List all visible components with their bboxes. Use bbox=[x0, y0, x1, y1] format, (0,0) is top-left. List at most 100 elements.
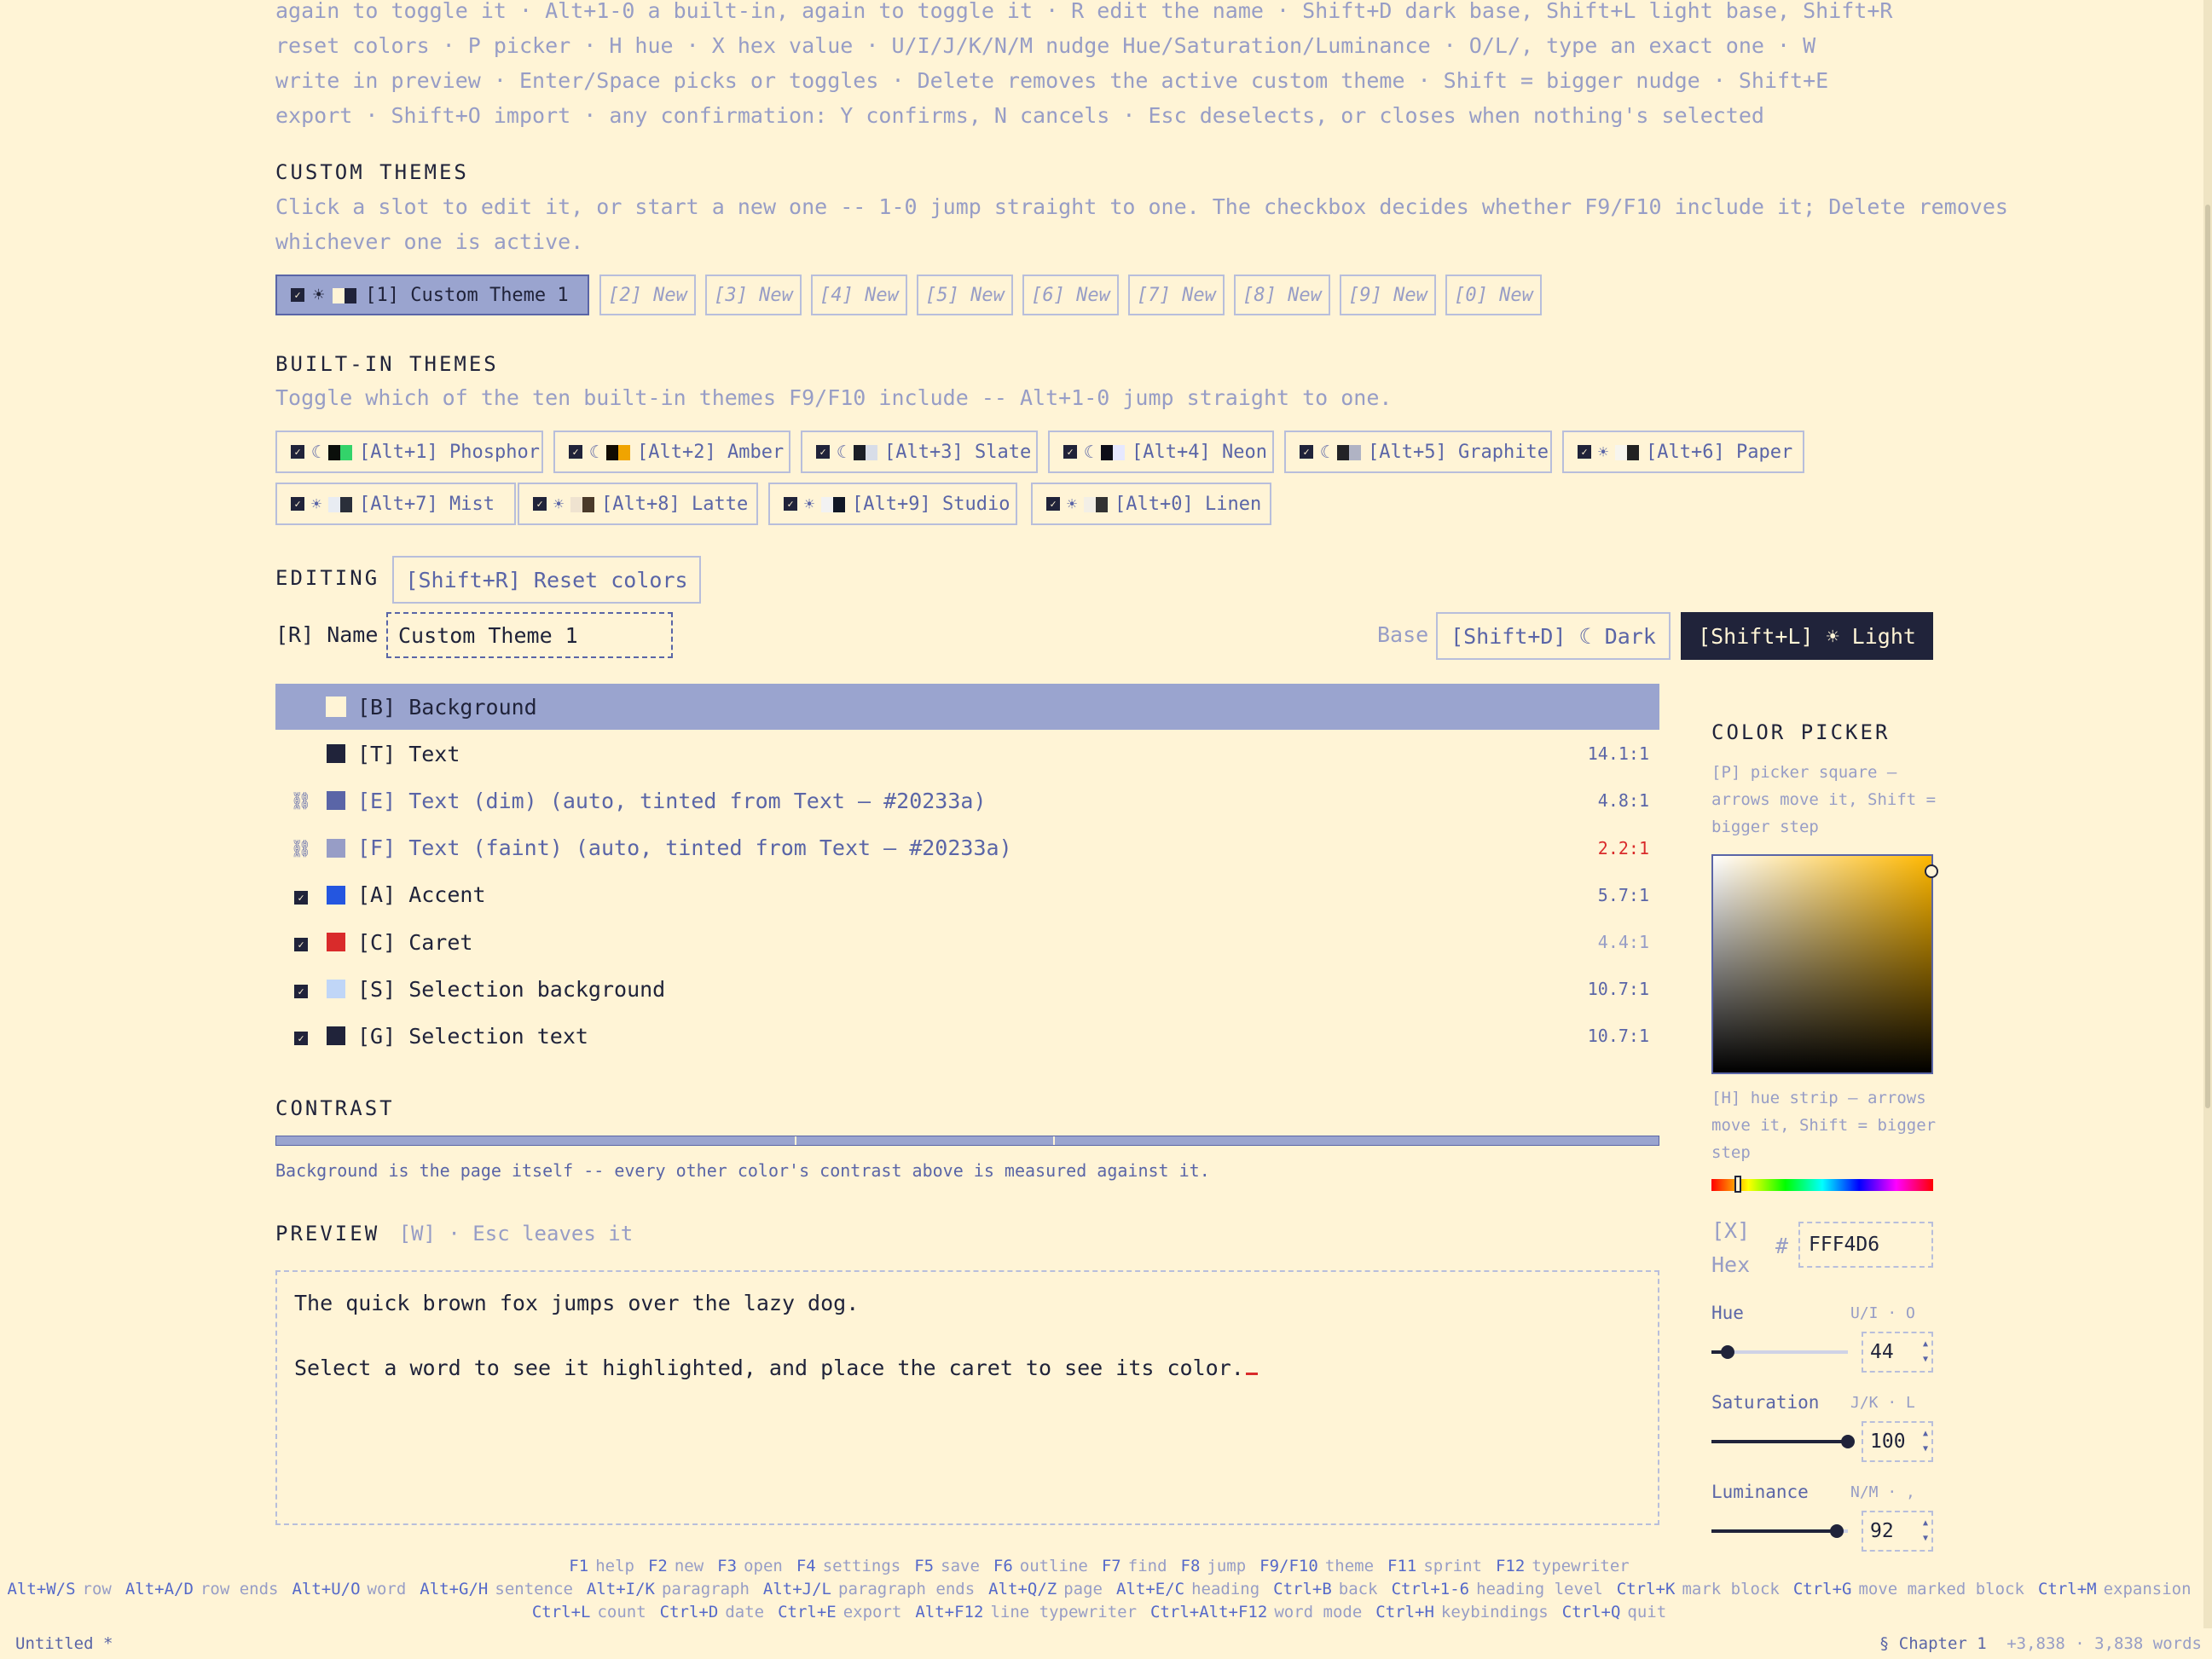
keybinding-action: line typewriter bbox=[990, 1603, 1138, 1621]
luminance-slider-knob[interactable] bbox=[1830, 1524, 1844, 1538]
hue-slider-knob[interactable] bbox=[1721, 1345, 1735, 1359]
keybinding-key: F5 bbox=[914, 1557, 935, 1575]
keybinding-action: open bbox=[744, 1557, 783, 1575]
custom-theme-slot-new[interactable]: [9] New bbox=[1340, 275, 1436, 315]
keybinding-hint: F8 jump bbox=[1181, 1557, 1247, 1575]
custom-theme-slot-1[interactable]: ✓ ☀ [1] Custom Theme 1 bbox=[275, 275, 589, 315]
saturation-slider-fill bbox=[1711, 1440, 1848, 1443]
saturation-number-input[interactable]: 100 ▲ ▼ bbox=[1862, 1421, 1933, 1462]
checkbox-icon[interactable]: ✓ bbox=[1046, 497, 1060, 511]
sun-icon: ☀ bbox=[553, 494, 565, 514]
custom-theme-slot-new[interactable]: [5] New bbox=[917, 275, 1013, 315]
luminance-number-input[interactable]: 92 ▲ ▼ bbox=[1862, 1511, 1933, 1552]
hue-strip-handle[interactable] bbox=[1734, 1176, 1742, 1193]
hue-strip[interactable] bbox=[1711, 1176, 1933, 1193]
hue-number-input[interactable]: 44 ▲ ▼ bbox=[1862, 1332, 1933, 1373]
keybinding-action: paragraph ends bbox=[838, 1580, 976, 1598]
stepper-arrows-icon[interactable]: ▲ ▼ bbox=[1923, 1516, 1928, 1546]
picker-square-handle[interactable] bbox=[1925, 864, 1938, 878]
checkbox-icon[interactable]: ✓ bbox=[1578, 445, 1591, 459]
row-toggle[interactable]: ✓ bbox=[275, 932, 327, 952]
checkbox-icon[interactable]: ✓ bbox=[569, 445, 582, 459]
color-row[interactable]: ⛓ [F] Text (faint) (auto, tinted from Tex… bbox=[275, 825, 1659, 871]
builtin-theme-toggle[interactable]: ✓ ☾ [Alt+4] Neon bbox=[1048, 431, 1274, 473]
color-row[interactable]: ✓ [A] Accent 5.7:1 bbox=[275, 872, 1659, 918]
keybinding-action: word bbox=[367, 1580, 407, 1598]
checkbox-icon[interactable]: ✓ bbox=[816, 445, 830, 459]
keybinding-hint: Ctrl+E export bbox=[778, 1603, 901, 1621]
color-row[interactable]: [T] Text 14.1:1 bbox=[275, 731, 1659, 777]
color-row-label: [E] Text (dim) (auto, tinted from Text —… bbox=[357, 788, 987, 813]
name-input[interactable]: Custom Theme 1 bbox=[386, 612, 673, 658]
checkbox-icon[interactable]: ✓ bbox=[291, 288, 304, 302]
keybinding-action: save bbox=[941, 1557, 980, 1575]
status-right: § Chapter 1 +3,838 · 3,838 words bbox=[1879, 1634, 2202, 1653]
custom-theme-slot-new[interactable]: [3] New bbox=[705, 275, 802, 315]
custom-theme-slot-new[interactable]: [4] New bbox=[811, 275, 907, 315]
dark-base-button[interactable]: [Shift+D] ☾ Dark bbox=[1436, 612, 1671, 660]
custom-themes-desc-line: whichever one is active. bbox=[275, 229, 584, 254]
keybinding-key: Ctrl+B bbox=[1273, 1580, 1332, 1598]
builtin-theme-toggle[interactable]: ✓ ☀ [Alt+7] Mist bbox=[275, 483, 516, 525]
keybinding-action: help bbox=[595, 1557, 634, 1575]
checkbox-icon[interactable]: ✓ bbox=[784, 497, 797, 511]
saturation-slider-knob[interactable] bbox=[1841, 1435, 1855, 1448]
checkbox-icon[interactable]: ✓ bbox=[294, 890, 308, 905]
hex-input[interactable]: FFF4D6 bbox=[1798, 1222, 1933, 1268]
custom-theme-slot-new[interactable]: [2] New bbox=[599, 275, 696, 315]
light-base-button[interactable]: [Shift+L] ☀ Light bbox=[1681, 612, 1933, 660]
checkbox-icon[interactable]: ✓ bbox=[291, 497, 304, 511]
checkbox-icon[interactable]: ✓ bbox=[533, 497, 547, 511]
custom-theme-slot-new[interactable]: [8] New bbox=[1234, 275, 1330, 315]
stepper-arrows-icon[interactable]: ▲ ▼ bbox=[1923, 1337, 1928, 1367]
keybinding-action: jump bbox=[1207, 1557, 1247, 1575]
color-row[interactable]: ✓ [G] Selection text 10.7:1 bbox=[275, 1013, 1659, 1059]
color-row-label: [C] Caret bbox=[357, 929, 473, 955]
custom-theme-slot-new[interactable]: [6] New bbox=[1022, 275, 1119, 315]
keybinding-action: outline bbox=[1019, 1557, 1088, 1575]
luminance-slider-fill bbox=[1711, 1529, 1838, 1533]
keybinding-action: heading level bbox=[1476, 1580, 1603, 1598]
checkbox-icon[interactable]: ✓ bbox=[294, 1032, 308, 1046]
checkbox-icon[interactable]: ✓ bbox=[294, 985, 308, 999]
color-row-label: [S] Selection background bbox=[357, 976, 666, 1002]
row-toggle[interactable]: ✓ bbox=[275, 1026, 327, 1046]
stepper-arrows-icon[interactable]: ▲ ▼ bbox=[1923, 1426, 1928, 1457]
builtin-theme-toggle[interactable]: ✓ ☀ [Alt+0] Linen bbox=[1031, 483, 1271, 525]
checkbox-icon[interactable]: ✓ bbox=[1300, 445, 1313, 459]
scrollbar[interactable] bbox=[2203, 0, 2212, 1628]
checkbox-icon[interactable]: ✓ bbox=[1063, 445, 1077, 459]
preview-area[interactable]: The quick brown fox jumps over the lazy … bbox=[275, 1270, 1659, 1525]
custom-theme-slot-new[interactable]: [7] New bbox=[1128, 275, 1225, 315]
luminance-value: 92 bbox=[1870, 1520, 1894, 1542]
color-row[interactable]: ✓ [C] Caret 4.4:1 bbox=[275, 919, 1659, 965]
color-row[interactable]: ✓ [S] Selection background 10.7:1 bbox=[275, 966, 1659, 1012]
color-row-label: [A] Accent bbox=[357, 882, 486, 908]
contrast-title: CONTRAST bbox=[275, 1096, 395, 1120]
builtin-theme-toggle[interactable]: ✓ ☾ [Alt+3] Slate bbox=[801, 431, 1038, 473]
keybinding-key: Alt+U/O bbox=[292, 1580, 361, 1598]
builtin-theme-label: [Alt+0] Linen bbox=[1115, 493, 1262, 515]
picker-square[interactable] bbox=[1711, 854, 1938, 1074]
checkbox-icon[interactable]: ✓ bbox=[294, 938, 308, 951]
custom-theme-slot-new[interactable]: [0] New bbox=[1445, 275, 1542, 315]
status-chapter[interactable]: § Chapter 1 bbox=[1879, 1634, 1987, 1653]
builtin-theme-toggle[interactable]: ✓ ☾ [Alt+1] Phosphor bbox=[275, 431, 543, 473]
scrollbar-thumb[interactable] bbox=[2205, 205, 2210, 1108]
keybinding-action: word mode bbox=[1274, 1603, 1363, 1621]
keybinding-hint: F9/F10 theme bbox=[1259, 1557, 1374, 1575]
builtin-theme-toggle[interactable]: ✓ ☾ [Alt+5] Graphite bbox=[1284, 431, 1552, 473]
row-toggle[interactable]: ✓ bbox=[275, 979, 327, 999]
color-row[interactable]: ⛓ [E] Text (dim) (auto, tinted from Text … bbox=[275, 777, 1659, 824]
builtin-theme-toggle[interactable]: ✓ ☾ [Alt+2] Amber bbox=[553, 431, 790, 473]
builtin-theme-toggle[interactable]: ✓ ☀ [Alt+8] Latte bbox=[518, 483, 758, 525]
row-toggle[interactable]: ✓ bbox=[275, 885, 327, 905]
builtin-theme-toggle[interactable]: ✓ ☀ [Alt+6] Paper bbox=[1562, 431, 1804, 473]
color-row[interactable]: [B] Background bbox=[275, 684, 1659, 730]
reset-colors-button[interactable]: [Shift+R] Reset colors bbox=[392, 556, 701, 604]
base-label: Base bbox=[1377, 622, 1429, 647]
builtin-theme-toggle[interactable]: ✓ ☀ [Alt+9] Studio bbox=[768, 483, 1017, 525]
saturation-value: 100 bbox=[1870, 1431, 1906, 1453]
keybinding-key: Ctrl+M bbox=[2037, 1580, 2097, 1598]
checkbox-icon[interactable]: ✓ bbox=[291, 445, 304, 459]
